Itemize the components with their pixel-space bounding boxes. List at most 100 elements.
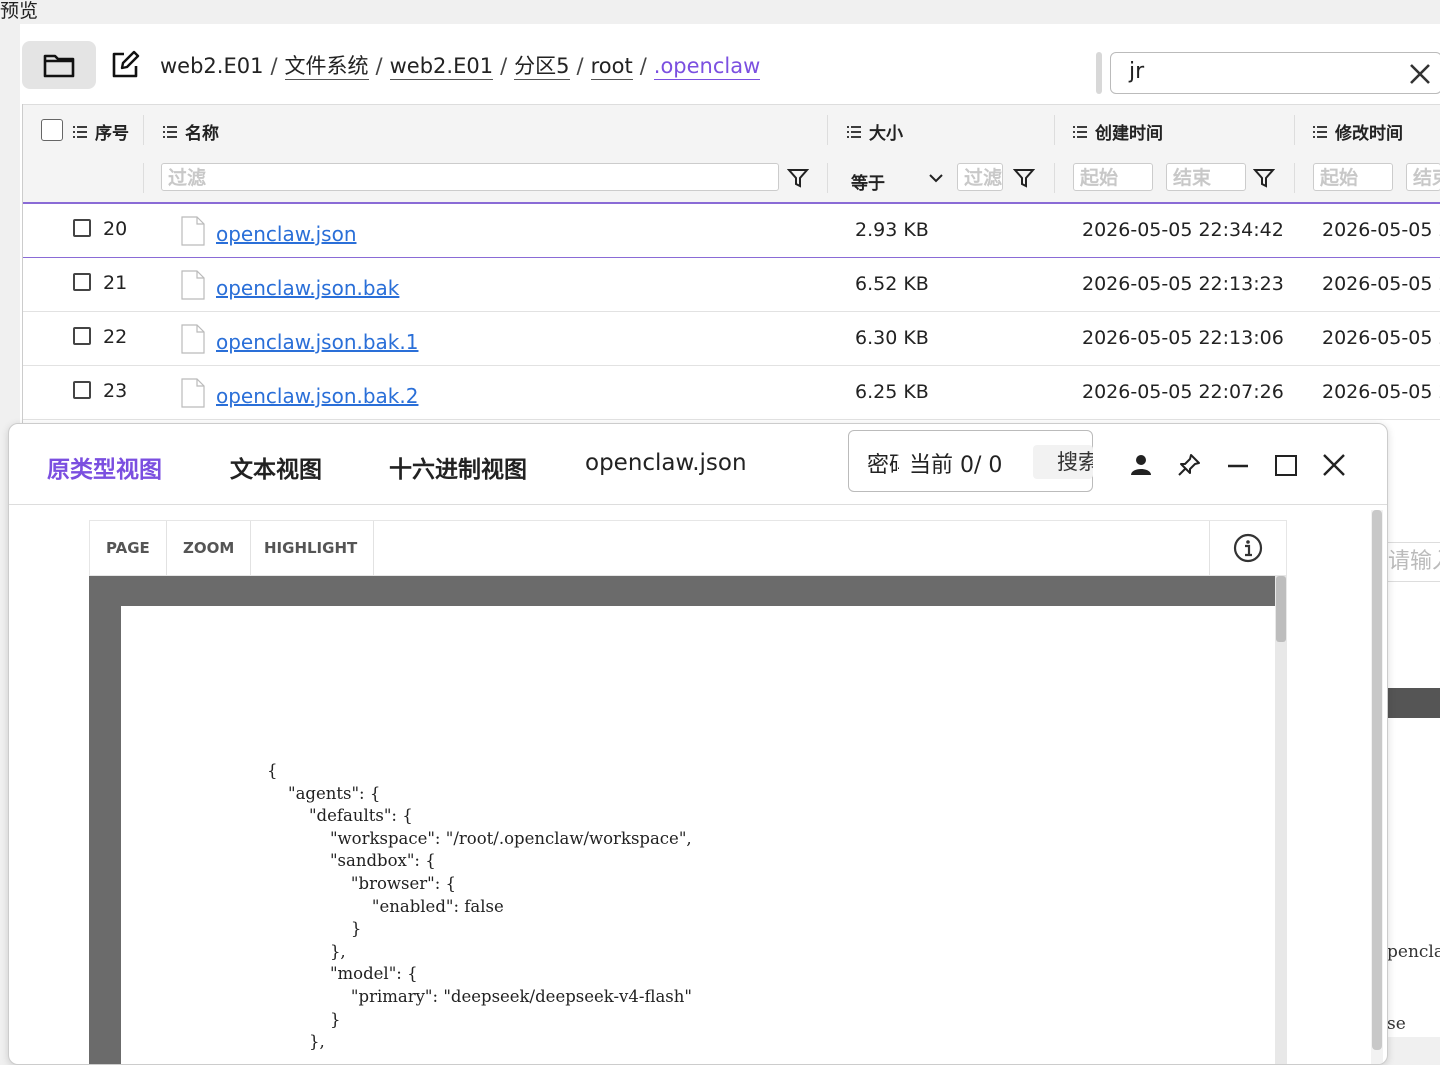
highlight-button[interactable]: HIGHLIGHT <box>248 521 375 575</box>
document-page: { "agents": { "defaults": { "workspace":… <box>121 606 1275 1064</box>
file-name-link[interactable]: openclaw.json <box>216 222 357 246</box>
modified-end-input[interactable]: 结束 <box>1406 163 1440 191</box>
page-title: 预览 <box>0 0 39 22</box>
created-start-input[interactable]: 起始 <box>1073 163 1153 191</box>
breadcrumb-separator: / <box>375 54 383 78</box>
breadcrumb-item-root[interactable]: root <box>590 54 633 80</box>
table-row[interactable]: 20 openclaw.json 2.93 KB 2026-05-05 22:3… <box>23 204 1440 258</box>
created-end-input[interactable]: 结束 <box>1166 163 1246 191</box>
file-icon <box>181 324 205 354</box>
breadcrumb-separator: / <box>576 54 584 78</box>
modified-start-input[interactable]: 起始 <box>1313 163 1393 191</box>
created-time: 2026-05-05 22:13:06 <box>1082 327 1284 349</box>
modified-time: 2026-05-05 2 <box>1322 327 1440 349</box>
preview-filename: openclaw.json <box>585 450 747 476</box>
breadcrumb-separator: / <box>270 54 278 78</box>
close-icon[interactable] <box>1409 63 1431 85</box>
breadcrumb-item-partition[interactable]: 分区5 <box>514 54 570 80</box>
filter-icon[interactable] <box>1253 167 1275 189</box>
modified-time: 2026-05-05 2 <box>1322 381 1440 403</box>
background-panel: 请输入 penclaw se <box>1386 452 1440 1037</box>
password-label: 密码 <box>867 453 899 478</box>
page-button[interactable]: PAGE <box>90 521 167 575</box>
row-checkbox[interactable] <box>73 219 91 237</box>
column-header-created[interactable]: 创建时间 <box>1073 119 1163 144</box>
column-divider[interactable] <box>1054 115 1055 145</box>
file-size: 6.52 KB <box>855 273 929 295</box>
minimize-icon[interactable] <box>1225 452 1251 478</box>
column-header-label: 创建时间 <box>1095 124 1163 144</box>
column-header-label: 序号 <box>95 124 129 144</box>
row-index: 23 <box>103 380 128 402</box>
document-viewer: PAGE ZOOM HIGHLIGHT { "agents": { "defau… <box>89 520 1287 1064</box>
close-icon[interactable] <box>1321 452 1347 478</box>
file-name-link[interactable]: openclaw.json.bak.2 <box>216 384 418 408</box>
filter-row: 过滤 等于 过滤 起始 结束 起始 结束 <box>23 155 1440 204</box>
chevron-down-icon[interactable] <box>929 173 943 183</box>
file-table: 序号 名称 大小 创建时间 修改时间 过滤 等于 过滤 起始 结束 起始 结 2… <box>22 104 1440 424</box>
created-time: 2026-05-05 22:34:42 <box>1082 219 1284 241</box>
column-divider <box>1294 163 1295 193</box>
folder-button[interactable] <box>22 41 96 89</box>
preview-scrollbar[interactable] <box>1371 510 1383 1064</box>
edit-icon <box>112 50 140 78</box>
file-name-link[interactable]: openclaw.json.bak.1 <box>216 330 418 354</box>
column-header-modified[interactable]: 修改时间 <box>1313 119 1403 144</box>
table-row[interactable]: 21 openclaw.json.bak 6.52 KB 2026-05-05 … <box>23 258 1440 312</box>
column-divider[interactable] <box>143 115 144 145</box>
row-checkbox[interactable] <box>73 381 91 399</box>
column-divider[interactable] <box>1294 115 1295 145</box>
breadcrumb-item-current[interactable]: .openclaw <box>653 54 761 80</box>
file-size: 6.25 KB <box>855 381 929 403</box>
column-header-name[interactable]: 名称 <box>163 119 219 144</box>
filter-icon[interactable] <box>787 167 809 189</box>
list-icon <box>847 125 861 138</box>
size-filter-input[interactable]: 过滤 <box>957 163 1003 191</box>
table-header: 序号 名称 大小 创建时间 修改时间 <box>23 104 1440 156</box>
background-input[interactable]: 请输入 <box>1387 542 1440 582</box>
file-name-link[interactable]: openclaw.json.bak <box>216 276 399 300</box>
edit-path-button[interactable] <box>108 48 142 82</box>
tab-text-view[interactable]: 文本视图 <box>230 450 322 484</box>
table-row[interactable]: 22 openclaw.json.bak.1 6.30 KB 2026-05-0… <box>23 312 1440 366</box>
list-icon <box>1313 125 1327 138</box>
tab-hex-view[interactable]: 十六进制视图 <box>389 450 527 484</box>
preview-header: 原类型视图 文本视图 十六进制视图 openclaw.json 密码 当前 0/… <box>9 424 1387 505</box>
file-icon <box>181 216 205 246</box>
name-filter-input[interactable]: 过滤 <box>161 163 779 191</box>
column-header-size[interactable]: 大小 <box>847 119 903 144</box>
search-input[interactable]: jr <box>1110 52 1440 94</box>
scrollbar-thumb[interactable] <box>1372 510 1382 1050</box>
viewer-scrollbar[interactable] <box>1275 576 1287 1064</box>
row-checkbox[interactable] <box>73 273 91 291</box>
column-header-index[interactable]: 序号 <box>73 119 129 144</box>
info-button[interactable] <box>1209 521 1286 575</box>
table-row[interactable]: 23 openclaw.json.bak.2 6.25 KB 2026-05-0… <box>23 366 1440 420</box>
search-button[interactable]: 搜索 <box>1033 445 1093 479</box>
column-divider <box>143 163 144 193</box>
pin-icon[interactable] <box>1176 452 1202 478</box>
column-header-label: 修改时间 <box>1335 124 1403 144</box>
scrollbar-thumb[interactable] <box>1276 576 1286 642</box>
list-icon <box>73 125 87 138</box>
json-content: { "agents": { "defaults": { "workspace":… <box>267 761 692 1052</box>
list-icon <box>163 125 177 138</box>
user-icon[interactable] <box>1128 452 1154 478</box>
column-divider[interactable] <box>827 115 828 145</box>
modified-time: 2026-05-05 2 <box>1322 219 1440 241</box>
zoom-button[interactable]: ZOOM <box>167 521 252 575</box>
path-toolbar: web2.E01/文件系统 / web2.E01/分区5/root / .opencla… <box>20 34 1440 94</box>
preview-search: 密码 当前 0/ 0 搜索 <box>848 430 1093 492</box>
breadcrumb-item-filesystem[interactable]: 文件系统 <box>284 54 369 80</box>
row-checkbox[interactable] <box>73 327 91 345</box>
select-all-checkbox[interactable] <box>41 119 63 141</box>
breadcrumb-item-image-2[interactable]: web2.E01 <box>389 54 494 80</box>
breadcrumb-item-image[interactable]: web2.E01 <box>160 54 263 79</box>
size-operator-select[interactable]: 等于 <box>851 169 885 194</box>
tab-native-view[interactable]: 原类型视图 <box>47 450 162 484</box>
filter-icon[interactable] <box>1013 167 1035 189</box>
background-text: se <box>1387 1014 1406 1034</box>
maximize-icon[interactable] <box>1273 452 1299 478</box>
viewer-toolbar: PAGE ZOOM HIGHLIGHT <box>89 520 1287 576</box>
column-header-label: 名称 <box>185 124 219 144</box>
